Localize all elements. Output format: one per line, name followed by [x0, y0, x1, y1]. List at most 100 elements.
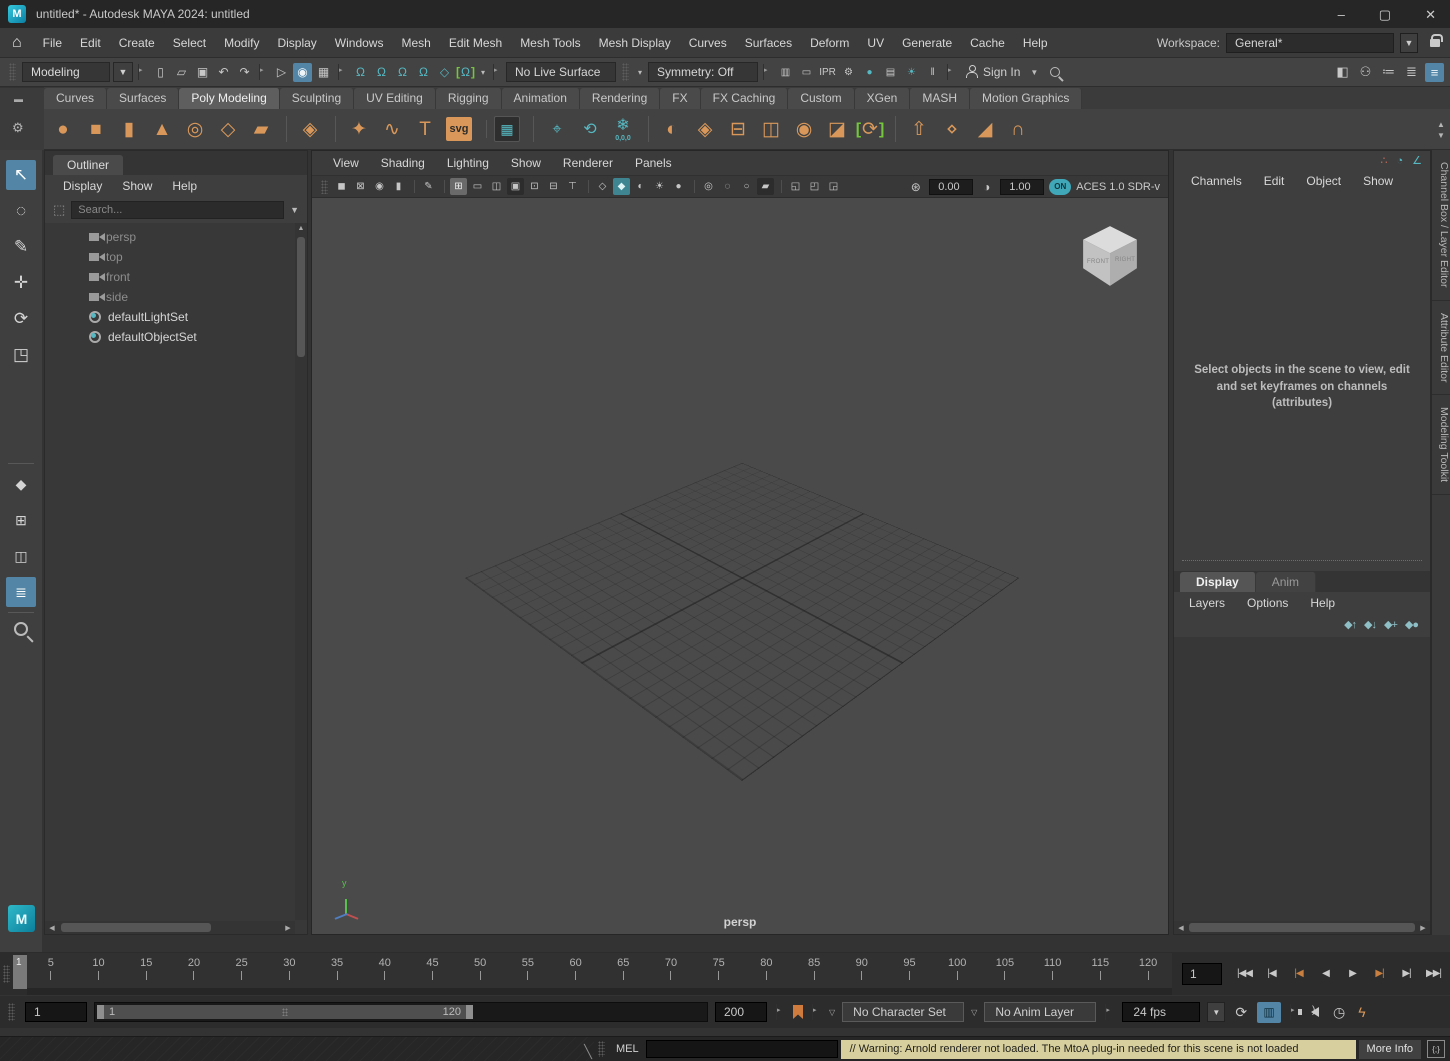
bridge-icon[interactable]: ∩: [1003, 113, 1033, 145]
group-toggle[interactable]: [763, 64, 771, 80]
anim-layer-select[interactable]: No Anim Layer: [984, 1002, 1096, 1022]
view-cube[interactable]: FRONT RIGHT: [1078, 222, 1142, 290]
safe-title-icon[interactable]: ⊤: [564, 178, 581, 195]
range-slider-grip[interactable]: [8, 1003, 15, 1021]
scrollbar-thumb[interactable]: [61, 923, 211, 932]
command-input[interactable]: [646, 1040, 838, 1058]
side-tab[interactable]: Attribute Editor: [1432, 301, 1450, 395]
time-tick[interactable]: 80: [743, 953, 791, 988]
command-line-grip[interactable]: [598, 1041, 605, 1057]
move-tool[interactable]: ✛: [6, 268, 36, 298]
camera-select-icon[interactable]: ◼: [333, 178, 350, 195]
multisample-icon[interactable]: ○: [738, 178, 755, 195]
time-tick[interactable]: 35: [313, 953, 361, 988]
anim-layer-dropdown-icon[interactable]: ▽: [971, 1008, 977, 1017]
shelf-tab[interactable]: Animation: [502, 88, 580, 109]
channel-box-menu-item[interactable]: Show: [1354, 172, 1402, 190]
smooth-shade-icon[interactable]: ◆: [613, 178, 630, 195]
poly-type-icon[interactable]: T: [410, 113, 440, 145]
textured-icon[interactable]: ◐: [632, 178, 649, 195]
exposure-icon[interactable]: ⊛: [907, 178, 924, 195]
menu-item[interactable]: Deform: [801, 33, 858, 53]
poly-sphere-icon[interactable]: ●: [48, 113, 78, 145]
viewport-menu-item[interactable]: Panels: [624, 153, 683, 173]
extrude-icon[interactable]: ⇧: [904, 113, 934, 145]
delete-history-icon[interactable]: ⟲: [575, 113, 605, 145]
snap-view-plane-icon[interactable]: ◇: [435, 63, 454, 82]
gate-mask-icon[interactable]: ▣: [507, 178, 524, 195]
symmetry-field[interactable]: Symmetry: Off: [648, 62, 758, 82]
rotate-tool[interactable]: ⟳: [6, 304, 36, 334]
redo-icon[interactable]: ↷: [235, 63, 254, 82]
snap-grid-icon[interactable]: Ω: [351, 63, 370, 82]
poly-cube-icon[interactable]: ■: [81, 113, 111, 145]
side-tab[interactable]: Modeling Toolkit: [1432, 395, 1450, 495]
snap-dropdown-icon[interactable]: ▾: [478, 68, 488, 77]
shelf-tab[interactable]: FX: [660, 88, 700, 109]
poly-cylinder-icon[interactable]: ▮: [114, 113, 144, 145]
home-icon[interactable]: ⌂: [12, 34, 22, 52]
group-toggle[interactable]: [776, 1004, 784, 1020]
range-end-handle[interactable]: [466, 1005, 473, 1019]
group-grip[interactable]: [9, 63, 16, 81]
outliner-search-input[interactable]: [71, 201, 284, 219]
scrollbar-thumb[interactable]: [297, 237, 305, 357]
gamma-icon[interactable]: ◑: [978, 178, 995, 195]
time-tick[interactable]: 5: [27, 953, 75, 988]
display-layers-icon[interactable]: ≡: [1425, 63, 1444, 82]
group-toggle[interactable]: [493, 64, 501, 80]
menu-item[interactable]: Help: [1014, 33, 1057, 53]
menu-item[interactable]: Edit: [71, 33, 110, 53]
scroll-right-icon[interactable]: ▶: [1416, 924, 1430, 932]
time-tick[interactable]: 50: [456, 953, 504, 988]
layer-move-up-icon[interactable]: ◆↑: [1344, 618, 1356, 631]
live-surface-dropdown-icon[interactable]: ▾: [635, 68, 645, 77]
isolate-add-icon[interactable]: ◰: [806, 178, 823, 195]
smooth-icon[interactable]: ⋄: [937, 113, 967, 145]
animation-start-field[interactable]: 1: [25, 1002, 87, 1022]
time-tick[interactable]: 85: [790, 953, 838, 988]
viewport-menu-item[interactable]: View: [322, 153, 370, 173]
outliner-item[interactable]: persp: [45, 227, 307, 247]
view-transform-value[interactable]: ACES 1.0 SDR-v: [1076, 181, 1162, 193]
camera-lock-icon[interactable]: ⊠: [352, 178, 369, 195]
lasso-tool[interactable]: ◌: [6, 196, 36, 226]
group-toggle[interactable]: [259, 64, 267, 80]
workspace-dropdown-icon[interactable]: ▼: [1400, 33, 1418, 53]
open-scene-icon[interactable]: ▱: [172, 63, 191, 82]
outliner-tab[interactable]: Outliner: [53, 155, 123, 175]
menu-item[interactable]: UV: [858, 33, 893, 53]
shelf-tab[interactable]: Custom: [788, 88, 854, 109]
wireframe-icon[interactable]: ◇: [594, 178, 611, 195]
time-tick[interactable]: 115: [1076, 953, 1124, 988]
layer-create-selected-icon[interactable]: ◆●: [1405, 618, 1418, 631]
screen-space-ao-icon[interactable]: ◎: [700, 178, 717, 195]
layer-list[interactable]: [1174, 637, 1430, 921]
multi-cut-icon[interactable]: ◪: [822, 113, 852, 145]
shelf-tab[interactable]: Poly Modeling: [179, 88, 279, 109]
menu-item[interactable]: Cache: [961, 33, 1014, 53]
menu-item[interactable]: Select: [164, 33, 215, 53]
use-all-lights-icon[interactable]: ☀: [651, 178, 668, 195]
step-back-key-button[interactable]: |◀: [1286, 961, 1311, 987]
four-pane-layout[interactable]: ⊞: [6, 505, 36, 535]
snap-point-icon[interactable]: Ω: [393, 63, 412, 82]
channel-box-icon[interactable]: ≔: [1379, 63, 1398, 82]
viewport-menu-item[interactable]: Shading: [370, 153, 436, 173]
scale-tool[interactable]: ◳: [6, 340, 36, 370]
fps-select[interactable]: 24 fps: [1122, 1002, 1200, 1022]
range-slider-track[interactable]: 1 120: [94, 1002, 708, 1022]
modeling-toolkit-icon[interactable]: ◧: [1333, 63, 1352, 82]
shelf-tab[interactable]: Motion Graphics: [970, 88, 1082, 109]
live-surface-field[interactable]: No Live Surface: [506, 62, 616, 82]
mute-audio-icon[interactable]: [1311, 1007, 1319, 1017]
resolution-gate-icon[interactable]: ◫: [488, 178, 505, 195]
scrollbar-thumb[interactable]: [1189, 923, 1415, 932]
menu-item[interactable]: Modify: [215, 33, 268, 53]
minimize-button[interactable]: –: [1338, 8, 1345, 21]
playback-speed-icon[interactable]: ◷: [1330, 1004, 1348, 1021]
avatar[interactable]: M: [8, 905, 35, 932]
ipr-render-icon[interactable]: IPR: [818, 63, 837, 82]
attribute-editor-icon[interactable]: ≣: [1402, 63, 1421, 82]
merge-vertices-icon[interactable]: ◉: [789, 113, 819, 145]
